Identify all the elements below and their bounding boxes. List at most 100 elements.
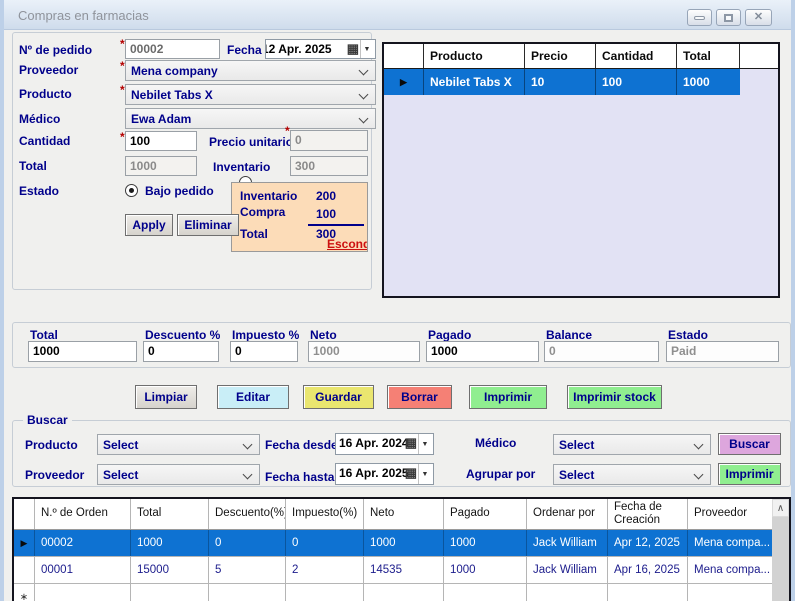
cell[interactable] [35, 584, 131, 601]
search-imprimir-button[interactable]: Imprimir [718, 463, 781, 485]
cell[interactable]: 1000 [444, 557, 527, 583]
cell[interactable] [444, 584, 527, 601]
cell[interactable]: Apr 12, 2025 [608, 530, 688, 556]
cell[interactable]: 1000 [444, 530, 527, 556]
minimize-button[interactable] [687, 9, 712, 26]
cantidad-field[interactable]: 100 [125, 131, 197, 151]
row-selector-cell[interactable]: ▶ [14, 530, 35, 556]
imprimir-stock-button[interactable]: Imprimir stock [567, 385, 662, 409]
fecha-label: Fecha [227, 43, 262, 57]
column-header[interactable]: Pagado [444, 499, 527, 529]
product-grid-row[interactable]: ▶ Nebilet Tabs X 10 100 1000 [384, 69, 740, 95]
close-button[interactable]: ✕ [745, 9, 772, 26]
cell[interactable]: 1000 [131, 530, 209, 556]
cell-precio[interactable]: 10 [525, 69, 596, 95]
column-header[interactable]: Cantidad [596, 44, 677, 68]
cell[interactable]: 00002 [35, 530, 131, 556]
column-header[interactable]: N.º de Orden [35, 499, 131, 529]
chevron-down-icon [243, 440, 253, 450]
proveedor-combobox[interactable]: Mena company [125, 60, 376, 81]
limpiar-button[interactable]: Limpiar [135, 385, 197, 409]
column-header[interactable]: Neto [364, 499, 444, 529]
cell[interactable]: 0 [209, 530, 286, 556]
apply-button[interactable]: Apply [125, 214, 173, 236]
search-medico-combobox[interactable]: Select [553, 434, 711, 455]
bajo-pedido-radio[interactable] [125, 184, 138, 197]
fecha-hasta-datepicker[interactable]: 16 Apr. 2025 ▦ ▼ [335, 463, 434, 485]
cell[interactable]: 0 [286, 530, 364, 556]
cell-cantidad[interactable]: 100 [596, 69, 677, 95]
editar-button[interactable]: Editar [217, 385, 289, 409]
esconder-link[interactable]: Esconder [327, 237, 368, 251]
pagado-field[interactable]: 1000 [426, 341, 539, 362]
imprimir-button[interactable]: Imprimir [469, 385, 547, 409]
cell[interactable] [209, 584, 286, 601]
cell[interactable] [608, 584, 688, 601]
dropdown-arrow-icon[interactable]: ▼ [360, 40, 373, 58]
cell[interactable]: 2 [286, 557, 364, 583]
cell-producto[interactable]: Nebilet Tabs X [424, 69, 525, 95]
column-header[interactable]: Proveedor [688, 499, 772, 529]
column-header[interactable]: Ordenar por [527, 499, 608, 529]
fecha-datepicker[interactable]: 12 Apr. 2025 ▦ ▼ [265, 39, 376, 59]
bajo-pedido-radio-label[interactable]: Bajo pedido [145, 184, 214, 198]
proveedor-label: Proveedor [19, 63, 78, 77]
cell[interactable] [131, 584, 209, 601]
cell[interactable]: Jack William [527, 530, 608, 556]
cell[interactable]: Mena compa... [688, 557, 772, 583]
vertical-scrollbar[interactable]: ∧ [772, 499, 789, 601]
estado-field-label: Estado [668, 328, 708, 342]
dropdown-arrow-icon[interactable]: ▼ [418, 434, 431, 454]
cell[interactable]: Apr 16, 2025 [608, 557, 688, 583]
orders-grid-row[interactable]: ▶ 00002 1000 0 0 1000 1000 Jack William … [14, 530, 789, 557]
descuento-field[interactable]: 0 [143, 341, 219, 362]
new-row-selector-cell[interactable]: ∗ [14, 584, 35, 601]
window-title: Compras en farmacias [18, 8, 149, 23]
scroll-up-button[interactable]: ∧ [772, 499, 789, 517]
borrar-button[interactable]: Borrar [387, 385, 452, 409]
cell[interactable]: 5 [209, 557, 286, 583]
orders-grid-row[interactable]: 00001 15000 5 2 14535 1000 Jack William … [14, 557, 789, 584]
column-header[interactable]: Producto [424, 44, 525, 68]
row-selector-cell[interactable]: ▶ [384, 69, 424, 95]
cell[interactable]: Jack William [527, 557, 608, 583]
search-producto-combobox[interactable]: Select [97, 434, 260, 455]
search-proveedor-combobox[interactable]: Select [97, 464, 260, 485]
guardar-button[interactable]: Guardar [303, 385, 374, 409]
popup-inventario-value: 200 [316, 189, 336, 203]
header-selector-cell [384, 44, 424, 68]
totals-total-field[interactable]: 1000 [28, 341, 137, 362]
buscar-button[interactable]: Buscar [718, 433, 781, 455]
cell-total[interactable]: 1000 [677, 69, 740, 95]
column-header[interactable]: Total [677, 44, 740, 68]
agrupar-por-label: Agrupar por [466, 467, 535, 481]
cell[interactable]: 14535 [364, 557, 444, 583]
column-header[interactable]: Total [131, 499, 209, 529]
row-selector-cell[interactable] [14, 557, 35, 583]
fecha-desde-datepicker[interactable]: 16 Apr. 2024 ▦ ▼ [335, 433, 434, 455]
search-medico-label: Médico [475, 436, 516, 450]
producto-combobox[interactable]: Nebilet Tabs X [125, 84, 376, 105]
column-header[interactable]: Descuento(%) [209, 499, 286, 529]
column-header[interactable]: Impuesto(%) [286, 499, 364, 529]
eliminar-button[interactable]: Eliminar [177, 214, 239, 236]
cell[interactable] [688, 584, 772, 601]
cell[interactable] [364, 584, 444, 601]
cell[interactable]: 00001 [35, 557, 131, 583]
impuesto-field[interactable]: 0 [230, 341, 298, 362]
column-header[interactable]: Precio [525, 44, 596, 68]
agrupar-por-combobox[interactable]: Select [553, 464, 711, 485]
cell[interactable]: Mena compa... [688, 530, 772, 556]
cell[interactable] [286, 584, 364, 601]
dropdown-arrow-icon[interactable]: ▼ [418, 464, 431, 484]
scroll-up-icon: ∧ [777, 503, 784, 514]
column-header[interactable]: Fecha de Creación [608, 499, 688, 529]
orders-grid-new-row[interactable]: ∗ [14, 584, 789, 601]
medico-combobox[interactable]: Ewa Adam [125, 108, 376, 129]
restore-button[interactable] [716, 9, 741, 26]
cell[interactable]: 1000 [364, 530, 444, 556]
cell[interactable]: 15000 [131, 557, 209, 583]
cell[interactable] [527, 584, 608, 601]
order-number-field[interactable]: 00002 [125, 39, 220, 59]
agrupar-por-value: Select [559, 468, 594, 482]
